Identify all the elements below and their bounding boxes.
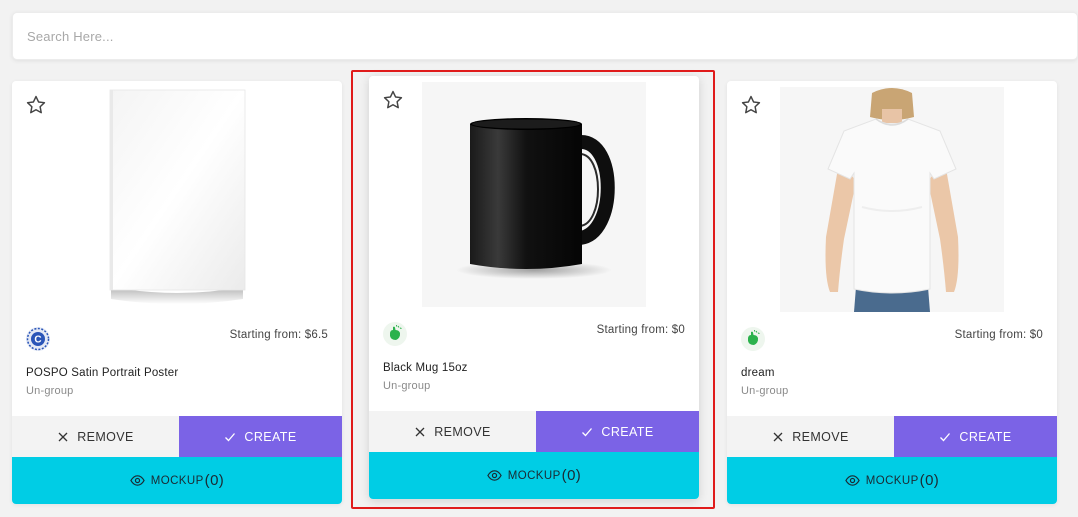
mockup-count: (0) bbox=[561, 467, 582, 484]
remove-button[interactable]: REMOVE bbox=[12, 416, 179, 457]
star-icon[interactable] bbox=[25, 94, 47, 116]
create-label: CREATE bbox=[959, 429, 1012, 444]
create-button[interactable]: CREATE bbox=[894, 416, 1057, 457]
starting-price: Starting from: $6.5 bbox=[229, 329, 328, 341]
product-title: dream bbox=[741, 367, 775, 379]
product-card: C Starting from: $6.5 POSPO Satin Portra… bbox=[12, 81, 342, 504]
poster-image bbox=[65, 87, 289, 312]
white-tshirt-image bbox=[780, 87, 1004, 312]
eye-icon bbox=[130, 475, 145, 486]
check-icon bbox=[225, 432, 236, 441]
mockup-count: (0) bbox=[919, 472, 940, 489]
product-group: Un-group bbox=[383, 380, 431, 392]
product-group: Un-group bbox=[26, 385, 74, 397]
product-card: Starting from: $0 Black Mug 15oz Un-grou… bbox=[369, 76, 699, 499]
starting-price: Starting from: $0 bbox=[596, 324, 685, 336]
mockup-label: MOCKUP bbox=[865, 474, 919, 487]
green-hand-brand-icon bbox=[741, 327, 765, 351]
create-label: CREATE bbox=[244, 429, 297, 444]
black-mug-image bbox=[422, 82, 646, 307]
search-input[interactable] bbox=[13, 13, 1077, 59]
product-group: Un-group bbox=[741, 385, 789, 397]
check-icon bbox=[940, 432, 951, 441]
create-button[interactable]: CREATE bbox=[536, 411, 699, 452]
remove-button[interactable]: REMOVE bbox=[727, 416, 894, 457]
green-hand-brand-icon bbox=[383, 322, 407, 346]
mockup-label: MOCKUP bbox=[507, 469, 561, 482]
close-icon bbox=[415, 427, 425, 436]
starting-price: Starting from: $0 bbox=[954, 329, 1043, 341]
eye-icon bbox=[845, 475, 860, 486]
remove-label: REMOVE bbox=[434, 424, 491, 439]
mockup-button[interactable]: MOCKUP (0) bbox=[12, 457, 342, 504]
close-icon bbox=[58, 432, 68, 441]
product-title: Black Mug 15oz bbox=[383, 362, 468, 374]
mockup-button[interactable]: MOCKUP (0) bbox=[369, 452, 699, 499]
create-label: CREATE bbox=[601, 424, 654, 439]
mockup-button[interactable]: MOCKUP (0) bbox=[727, 457, 1057, 504]
remove-label: REMOVE bbox=[792, 429, 849, 444]
remove-button[interactable]: REMOVE bbox=[369, 411, 536, 452]
mockup-label: MOCKUP bbox=[150, 474, 204, 487]
search-bar[interactable] bbox=[12, 12, 1078, 60]
product-title: POSPO Satin Portrait Poster bbox=[26, 367, 179, 379]
create-button[interactable]: CREATE bbox=[179, 416, 342, 457]
check-icon bbox=[582, 427, 593, 436]
mockup-count: (0) bbox=[204, 472, 225, 489]
star-icon[interactable] bbox=[382, 89, 404, 111]
star-icon[interactable] bbox=[740, 94, 762, 116]
svg-text:C: C bbox=[34, 335, 41, 346]
product-card: Starting from: $0 dream Un-group REMOVE … bbox=[727, 81, 1057, 504]
eye-icon bbox=[487, 470, 502, 481]
close-icon bbox=[773, 432, 783, 441]
remove-label: REMOVE bbox=[77, 429, 134, 444]
brand-c-icon: C bbox=[26, 327, 50, 351]
